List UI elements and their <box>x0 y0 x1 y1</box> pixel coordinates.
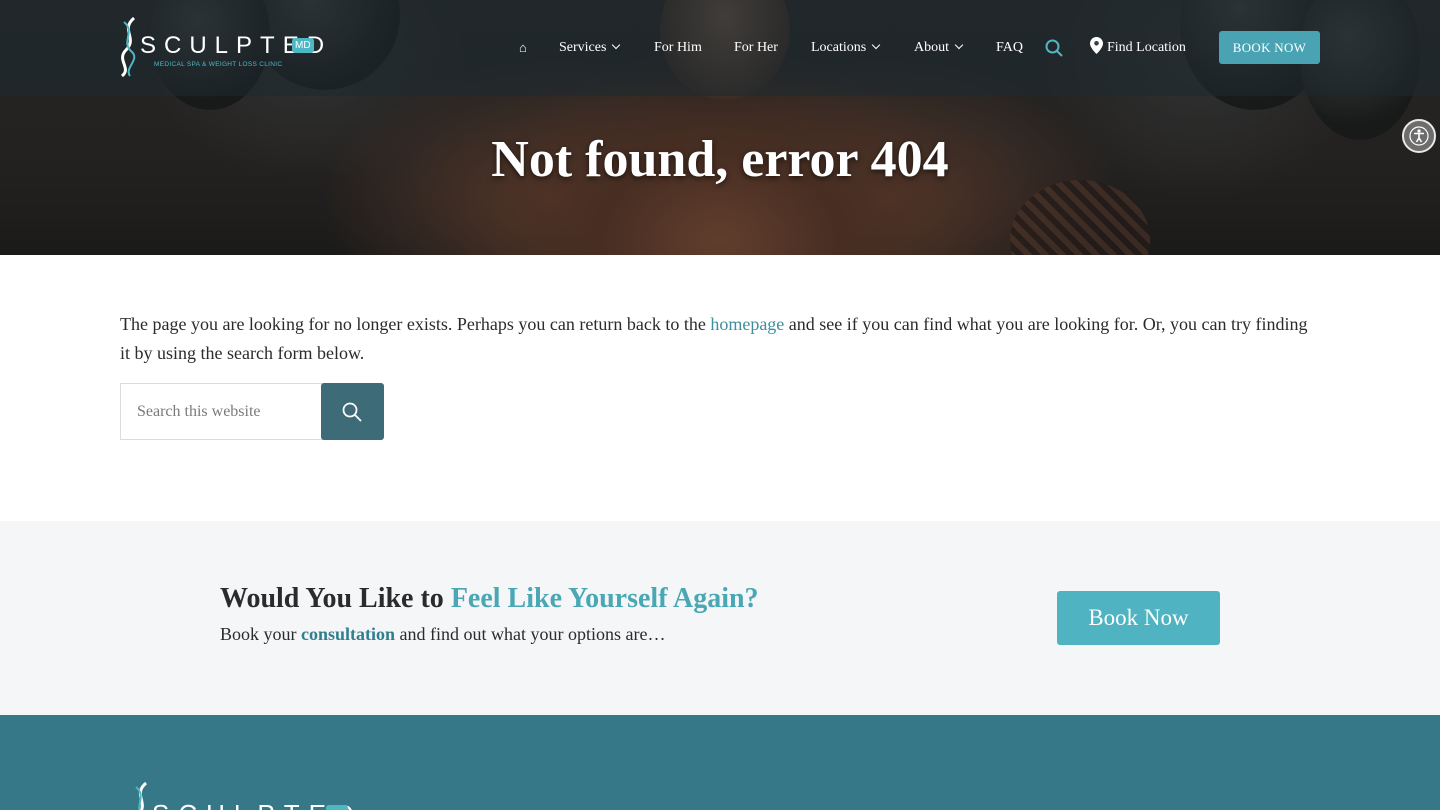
nav-locations-label: Locations <box>811 40 867 55</box>
chevron-down-icon <box>954 40 964 50</box>
nav-about[interactable]: About <box>914 32 964 64</box>
dna-logo-icon <box>120 16 136 78</box>
logo-md-badge: MD <box>292 38 314 53</box>
nav-for-him[interactable]: For Him <box>654 32 702 64</box>
footer-logo-md-badge <box>326 805 348 810</box>
search-submit-button[interactable] <box>321 383 384 440</box>
home-icon[interactable]: ⌂ <box>519 32 527 64</box>
footer-logo[interactable]: SCULPTED <box>130 777 354 810</box>
nav-services-label: Services <box>559 40 607 55</box>
accessibility-icon <box>1409 126 1429 146</box>
chevron-down-icon <box>871 40 881 50</box>
consultation-link[interactable]: consultation <box>301 624 395 644</box>
book-now-button[interactable]: Book Now <box>1057 591 1220 645</box>
cta-title-plain: Would You Like to <box>220 583 451 614</box>
cta-subtitle: Book your consultation and find out what… <box>220 624 665 645</box>
chevron-down-icon <box>612 40 621 50</box>
nav-services[interactable]: Services <box>559 32 621 64</box>
search-input[interactable] <box>120 383 324 440</box>
nav-locations[interactable]: Locations <box>811 32 881 64</box>
cta-section: Would You Like to Feel Like Yourself Aga… <box>0 521 1440 715</box>
nav-about-label: About <box>914 40 949 55</box>
nav-faq[interactable]: FAQ <box>996 32 1023 64</box>
message-text-before: The page you are looking for no longer e… <box>120 314 711 334</box>
page-title: Not found, error 404 <box>491 131 949 188</box>
dna-logo-icon <box>135 781 148 810</box>
site-logo[interactable]: SCULPTED MD MEDICAL SPA & WEIGHT LOSS CL… <box>118 16 324 78</box>
logo-tagline: MEDICAL SPA & WEIGHT LOSS CLINIC <box>154 61 283 68</box>
homepage-link[interactable]: homepage <box>710 314 784 334</box>
find-location-label: Find Location <box>1107 40 1186 55</box>
cta-title-accent: Feel Like Yourself Again? <box>450 583 759 614</box>
accessibility-button[interactable] <box>1402 119 1436 153</box>
cta-sub-after: and find out what your options are… <box>395 624 666 644</box>
cta-sub-before: Book your <box>220 624 301 644</box>
nav-for-her[interactable]: For Her <box>734 32 778 64</box>
search-icon <box>342 402 362 422</box>
cta-title: Would You Like to Feel Like Yourself Aga… <box>220 583 759 615</box>
search-icon[interactable] <box>1045 39 1063 57</box>
not-found-message: The page you are looking for no longer e… <box>120 310 1320 368</box>
book-now-header-button[interactable]: BOOK NOW <box>1219 31 1320 64</box>
site-footer: SCULPTED <box>0 715 1440 810</box>
find-location-link[interactable]: Find Location <box>1090 32 1186 64</box>
site-header: SCULPTED MD MEDICAL SPA & WEIGHT LOSS CL… <box>0 0 1440 96</box>
map-pin-icon <box>1090 37 1103 55</box>
search-form <box>120 383 384 440</box>
